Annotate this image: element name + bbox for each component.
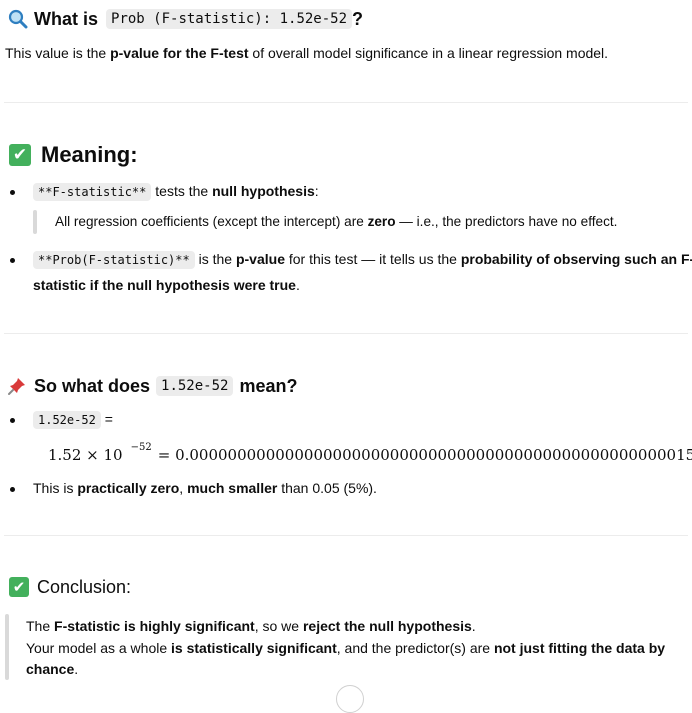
blockquote-bar — [33, 210, 37, 234]
list-item: This is practically zero, much smaller t… — [33, 480, 377, 496]
page-title: What is Prob (F-statistic): 1.52e-52 ? — [8, 6, 363, 32]
conclusion-line: chance. — [26, 661, 79, 677]
conclusion-line: The F-statistic is highly significant, s… — [26, 618, 476, 634]
response-page: What is Prob (F-statistic): 1.52e-52 ? T… — [0, 0, 692, 713]
inline-code: **F-statistic** — [33, 183, 152, 201]
list-item: **F-statistic** tests the null hypothesi… — [33, 179, 319, 204]
meaning-heading: ✔ Meaning: — [9, 142, 138, 168]
magnifier-icon — [8, 9, 28, 29]
math-equation: 1.52 × 10 −52 = 0.000000000000000000000000… — [48, 442, 692, 464]
list-item-continuation: statistic if the null hypothesis were tr… — [33, 277, 300, 293]
blockquote-bar — [5, 614, 9, 680]
checkmark-icon: ✔ — [9, 144, 31, 166]
inline-code: **Prob(F-statistic)** — [33, 251, 195, 269]
title-suffix: ? — [352, 8, 364, 29]
sowhat-heading: So what does 1.52e-52 mean? — [7, 373, 297, 399]
conclusion-heading: ✔ Conclusion: — [9, 574, 131, 600]
checkmark-icon: ✔ — [9, 577, 29, 597]
bullet — [10, 190, 15, 195]
blockquote-text: All regression coefficients (except the … — [55, 214, 618, 229]
bullet — [10, 418, 15, 423]
pushpin-icon — [8, 378, 25, 395]
heading-code: 1.52e-52 — [156, 376, 234, 396]
list-item: 1.52e-52 = — [33, 407, 113, 432]
conclusion-line: Your model as a whole is statistically s… — [26, 640, 666, 656]
divider — [4, 102, 688, 103]
divider — [4, 535, 688, 536]
bullet — [10, 258, 15, 263]
divider — [4, 333, 688, 334]
list-item: **Prob(F-statistic)** is the p-value for… — [33, 247, 692, 272]
intro-text: This value is the p-value for the F-test… — [5, 45, 609, 61]
scroll-down-button[interactable] — [336, 685, 364, 713]
title-code: Prob (F-statistic): 1.52e-52 — [106, 9, 353, 29]
bullet — [10, 487, 15, 492]
inline-code: 1.52e-52 — [33, 411, 101, 429]
title-prefix: What is — [34, 8, 99, 29]
